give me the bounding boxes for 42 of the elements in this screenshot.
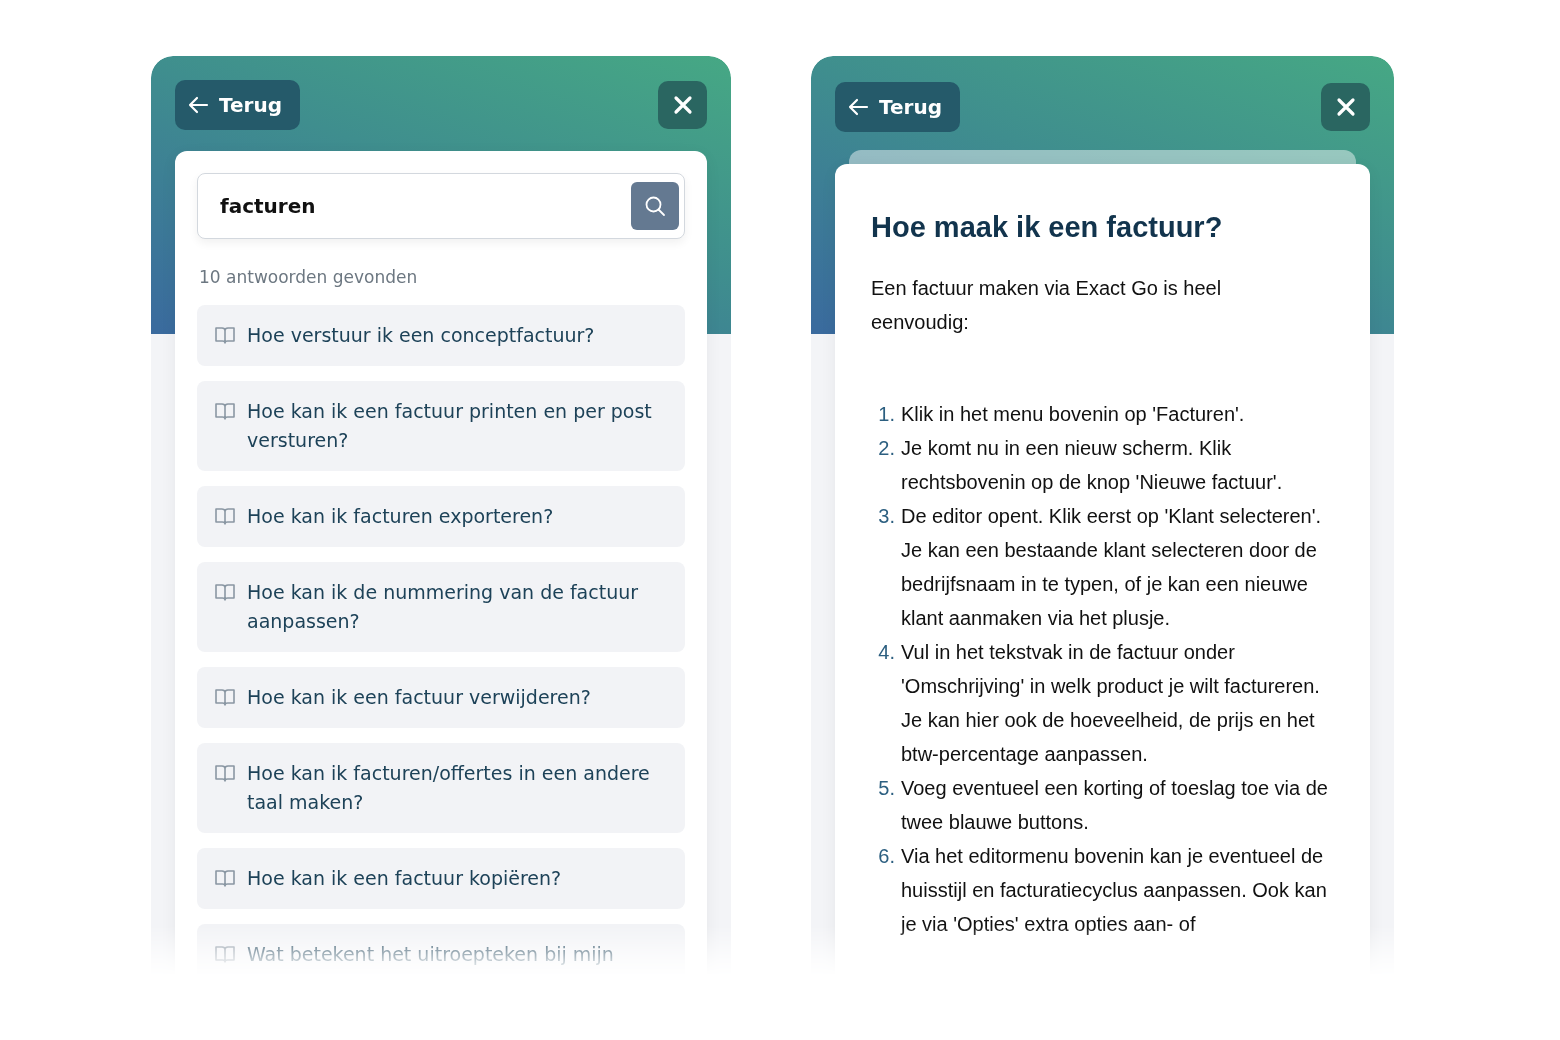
result-item[interactable]: Hoe kan ik een factuur verwijderen? <box>197 666 685 728</box>
result-item[interactable]: Hoe kan ik een factuur printen en per post versturen? <box>197 380 685 471</box>
result-item[interactable]: Hoe kan ik facturen/offertes in een andere taal maken? <box>197 742 685 833</box>
step-number: 4. <box>877 639 895 665</box>
step-number: 3. <box>877 503 895 529</box>
step-text: De editor opent. Klik eerst op 'Klant selecteren'. Je kan een bestaande klant selecteren door de bedrijfsnaam in te typen, of je kan een nieuwe klant aanmaken via het plusje. <box>901 503 1323 631</box>
result-count: 10 antwoorden gevonden <box>199 266 419 289</box>
back-arrow-icon <box>847 98 869 116</box>
result-item[interactable]: Hoe kan ik een factuur kopiëren? <box>197 847 685 909</box>
book-icon <box>215 401 235 421</box>
search-icon <box>644 195 666 217</box>
close-icon <box>1335 97 1356 117</box>
article-title: Hoe maak ik een factuur? <box>871 210 1224 245</box>
back-button[interactable]: Terug <box>835 82 960 132</box>
result-item[interactable]: Hoe kan ik de nummering van de factuur aanpassen? <box>197 561 685 652</box>
book-icon <box>215 944 235 964</box>
step-number: 6. <box>877 843 895 869</box>
search-button[interactable] <box>631 182 679 230</box>
close-button[interactable] <box>658 81 707 129</box>
book-icon <box>215 582 235 602</box>
step-text: Klik in het menu bovenin op 'Facturen'. <box>901 401 1245 427</box>
back-arrow-icon <box>187 96 209 114</box>
book-icon <box>215 325 235 345</box>
step-number: 5. <box>877 775 895 801</box>
search-field[interactable]: facturen <box>197 173 685 239</box>
book-icon <box>215 868 235 888</box>
result-item[interactable]: Hoe kan ik facturen exporteren? <box>197 485 685 547</box>
step-text: Je komt nu in een nieuw scherm. Klik rechtsbovenin op de knop 'Nieuwe factuur'. <box>901 435 1284 495</box>
step-number: 2. <box>877 435 895 461</box>
close-button[interactable] <box>1321 83 1370 131</box>
article-intro: Een factuur maken via Exact Go is heel eenvoudig: <box>871 275 1223 335</box>
step-text: Voeg eventueel een korting of toeslag toe via de twee blauwe buttons. <box>901 775 1329 835</box>
step-text: Via het editormenu bovenin kan je eventueel de huisstijl en facturatiecyclus aanpassen. Ook kan je via 'Opties' extra opties aan- of <box>901 843 1328 937</box>
book-icon <box>215 506 235 526</box>
close-icon <box>672 95 693 115</box>
step-number: 1. <box>877 401 895 427</box>
book-icon <box>215 763 235 783</box>
step-text: Vul in het tekstvak in de factuur onder 'Omschrijving' in welk product je wilt factureren. Je kan hier ook de hoeveelheid, de prijs en het btw-percentage aanpassen. <box>901 639 1321 767</box>
result-item[interactable]: Hoe verstuur ik een conceptfactuur? <box>197 304 685 366</box>
back-button[interactable]: Terug <box>175 80 300 130</box>
search-input[interactable]: facturen <box>218 190 631 222</box>
book-icon <box>215 687 235 707</box>
